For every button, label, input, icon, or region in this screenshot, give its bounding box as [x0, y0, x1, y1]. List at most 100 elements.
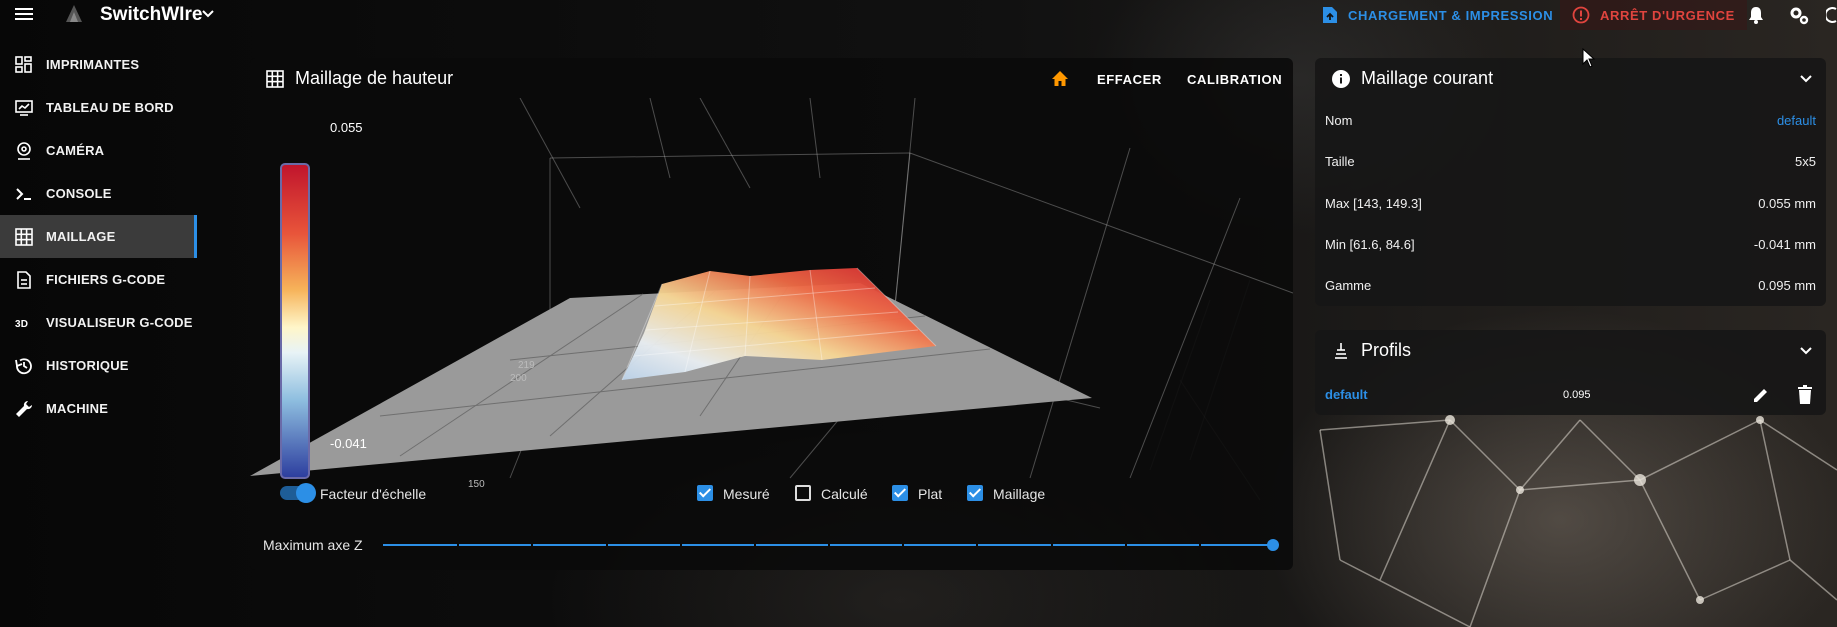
sidebar-item-label: MACHINE: [46, 401, 109, 416]
file-icon: [17, 270, 31, 289]
wrench-icon: [16, 400, 33, 417]
info-key: Gamme: [1325, 278, 1372, 293]
chevron-down-icon[interactable]: [1798, 70, 1814, 86]
height-mesh-card: Maillage de hauteur EFFACER CALIBRATION: [250, 58, 1294, 570]
mesh-checkbox[interactable]: [967, 485, 983, 501]
mesh-label: Maillage: [993, 486, 1046, 502]
flat-checkbox[interactable]: [892, 485, 908, 501]
mesh-options: Facteur d'échelle Mesuré Calculé Plat Ma…: [250, 478, 1293, 508]
hamburger-menu-icon[interactable]: [14, 6, 34, 22]
printers-grid-icon: [15, 55, 32, 73]
sidebar-item-dashboard[interactable]: TABLEAU DE BORD: [0, 86, 197, 129]
scale-max-label: 0.055: [330, 120, 363, 135]
slider-tick: [753, 544, 756, 546]
emergency-stop-label: ARRÊT D'URGENCE: [1600, 7, 1735, 23]
profiles-panel: Profils default 0.095: [1315, 330, 1826, 415]
sidebar-item-history[interactable]: HISTORIQUE: [0, 344, 197, 387]
3d-icon: 3D: [15, 319, 28, 330]
measured-label: Mesuré: [723, 486, 770, 502]
mesh-info-row: Max [143, 149.3] 0.055 mm: [1315, 196, 1826, 216]
axis-tick-label: 200: [510, 373, 527, 384]
home-icon[interactable]: [1050, 69, 1070, 89]
panel-title: Maillage courant: [1331, 68, 1493, 89]
calibrate-button[interactable]: CALIBRATION: [1187, 72, 1282, 87]
sidebar-item-gcode-viewer[interactable]: 3D VISUALISEUR G-CODE: [0, 301, 197, 344]
info-key: Min [61.6, 84.6]: [1325, 237, 1415, 252]
info-key: Max [143, 149.3]: [1325, 196, 1422, 211]
app-title[interactable]: SwitchWIre: [100, 4, 202, 26]
sidebar: IMPRIMANTES TABLEAU DE BORD CAMÉRA CONSO…: [0, 43, 197, 430]
profile-name-link[interactable]: default: [1325, 387, 1368, 402]
upload-print-button[interactable]: CHARGEMENT & IMPRESSION: [1310, 0, 1565, 30]
slider-tick: [1198, 544, 1201, 546]
mesh-info-row: Nom default: [1315, 113, 1826, 133]
measured-checkbox[interactable]: [697, 485, 713, 501]
sidebar-item-label: TABLEAU DE BORD: [46, 100, 174, 115]
emergency-stop-button[interactable]: ARRÊT D'URGENCE: [1560, 0, 1747, 30]
sidebar-item-machine[interactable]: MACHINE: [0, 387, 197, 430]
svg-text:3D: 3D: [15, 319, 28, 330]
sidebar-item-label: VISUALISEUR G-CODE: [46, 315, 193, 330]
sidebar-item-label: MAILLAGE: [46, 229, 116, 244]
sidebar-item-console[interactable]: CONSOLE: [0, 172, 197, 215]
sidebar-item-label: HISTORIQUE: [46, 358, 129, 373]
clear-button[interactable]: EFFACER: [1097, 72, 1162, 87]
layers-icon: [1335, 342, 1347, 359]
mouse-cursor-icon: [1582, 48, 1596, 68]
slider-tick: [902, 544, 905, 546]
info-key: Nom: [1325, 113, 1353, 128]
mesh-3d-viewport[interactable]: 219 200 150: [250, 97, 1294, 518]
info-icon: [1332, 69, 1350, 88]
grid-icon: [15, 227, 33, 246]
info-value[interactable]: default: [1777, 113, 1816, 128]
sidebar-item-label: CAMÉRA: [46, 143, 105, 158]
power-icon[interactable]: [1826, 5, 1837, 25]
sidebar-item-gcode-files[interactable]: FICHIERS G-CODE: [0, 258, 197, 301]
z-axis-slider-thumb[interactable]: [1267, 539, 1279, 551]
panel-title-text: Profils: [1361, 340, 1412, 360]
card-title: Maillage de hauteur: [265, 68, 453, 89]
current-mesh-panel: Maillage courant Nom default Taille 5x5 …: [1315, 58, 1826, 306]
card-title-text: Maillage de hauteur: [295, 68, 454, 88]
slider-tick: [1050, 544, 1053, 546]
mesh-info-row: Taille 5x5: [1315, 154, 1826, 174]
sidebar-item-printers[interactable]: IMPRIMANTES: [0, 43, 197, 86]
camera-icon: [17, 141, 31, 160]
upload-print-label: CHARGEMENT & IMPRESSION: [1348, 7, 1554, 23]
slider-tick: [605, 544, 608, 546]
app-logo-icon: [66, 5, 82, 22]
axis-tick-label: 219: [518, 360, 535, 371]
scale-factor-label: Facteur d'échelle: [320, 486, 427, 502]
z-axis-max-label: Maximum axe Z: [263, 537, 363, 553]
slider-tick: [828, 544, 830, 546]
flat-label: Plat: [918, 486, 943, 502]
trash-icon[interactable]: [1796, 385, 1814, 405]
scale-factor-toggle[interactable]: [280, 483, 316, 503]
pencil-icon[interactable]: [1751, 385, 1771, 405]
info-value: -0.041 mm: [1753, 237, 1816, 252]
console-icon: [16, 187, 31, 200]
profile-range: 0.095: [1563, 389, 1591, 401]
top-bar: SwitchWIre CHARGEMENT & IMPRESSION ARRÊT…: [0, 0, 1837, 30]
slider-tick: [976, 544, 979, 546]
chevron-down-icon[interactable]: [1798, 342, 1814, 358]
panel-title-text: Maillage courant: [1361, 68, 1494, 88]
chevron-down-icon[interactable]: [201, 7, 215, 21]
mesh-info-row: Min [61.6, 84.6] -0.041 mm: [1315, 237, 1826, 257]
slider-tick: [679, 544, 682, 546]
sidebar-item-mesh[interactable]: MAILLAGE: [0, 215, 197, 258]
notification-bell-icon[interactable]: [1746, 5, 1766, 25]
sidebar-item-camera[interactable]: CAMÉRA: [0, 129, 197, 172]
sidebar-item-label: FICHIERS G-CODE: [46, 272, 166, 287]
sidebar-item-label: IMPRIMANTES: [46, 57, 140, 72]
slider-tick: [1124, 544, 1127, 546]
settings-gear-icon[interactable]: [1788, 5, 1810, 25]
info-value: 5x5: [1795, 154, 1816, 169]
info-value: 0.055 mm: [1758, 196, 1816, 211]
calculated-checkbox[interactable]: [795, 485, 811, 501]
color-scale-bar: [280, 163, 310, 479]
grid-icon: [266, 69, 284, 88]
info-value: 0.095 mm: [1758, 278, 1816, 293]
scale-min-label: -0.041: [330, 436, 367, 451]
history-icon: [15, 357, 32, 374]
